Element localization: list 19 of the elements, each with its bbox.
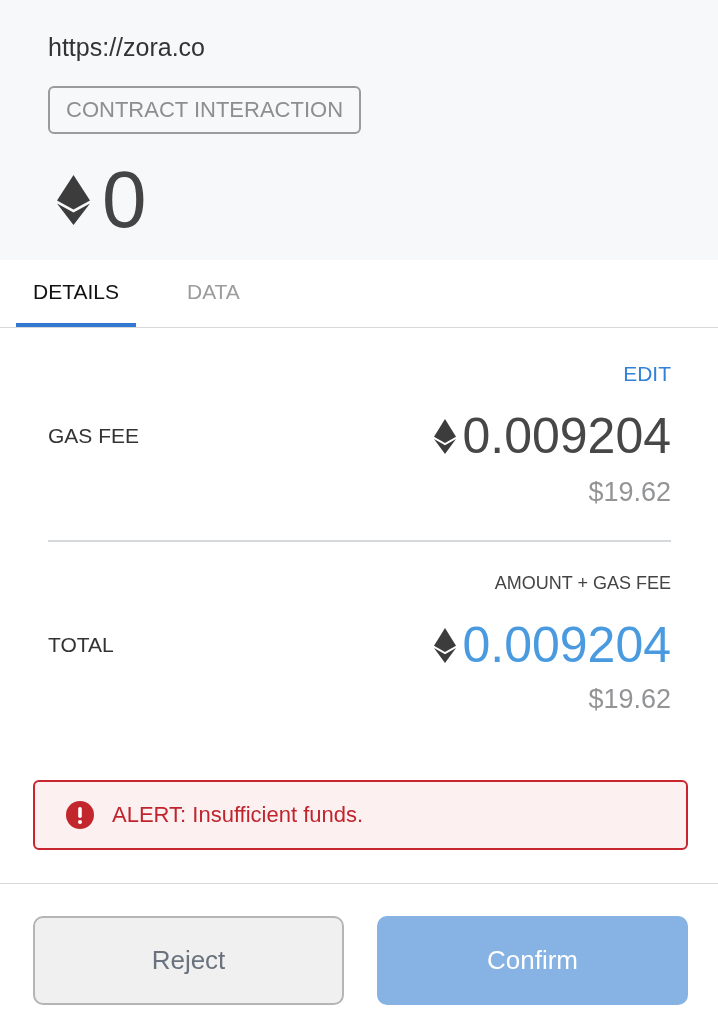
alert-message: ALERT: Insufficient funds. <box>112 802 364 828</box>
fiat-value: $19.62 <box>588 683 671 715</box>
transaction-type-badge: CONTRACT INTERACTION <box>48 86 362 134</box>
ethereum-icon <box>57 175 90 225</box>
eth-value: 0.009204 <box>462 617 671 673</box>
row-label: TOTAL <box>48 633 114 657</box>
ethereum-icon <box>434 627 457 663</box>
eth-value: 0.009204 <box>462 408 671 464</box>
ethereum-icon <box>434 418 457 454</box>
total-caption: AMOUNT + GAS FEE <box>494 572 671 594</box>
exclamation-icon <box>66 801 94 829</box>
fiat-value: $19.62 <box>588 476 671 508</box>
tab[interactable]: DATA <box>169 260 257 327</box>
row-label: GAS FEE <box>48 424 140 448</box>
transaction-amount: 0 <box>102 156 147 244</box>
tab[interactable]: DETAILS <box>16 260 136 327</box>
reject-button[interactable]: Reject <box>33 916 344 1005</box>
edit-link[interactable]: EDIT <box>623 362 671 386</box>
site-origin: https://zora.co <box>48 32 206 63</box>
